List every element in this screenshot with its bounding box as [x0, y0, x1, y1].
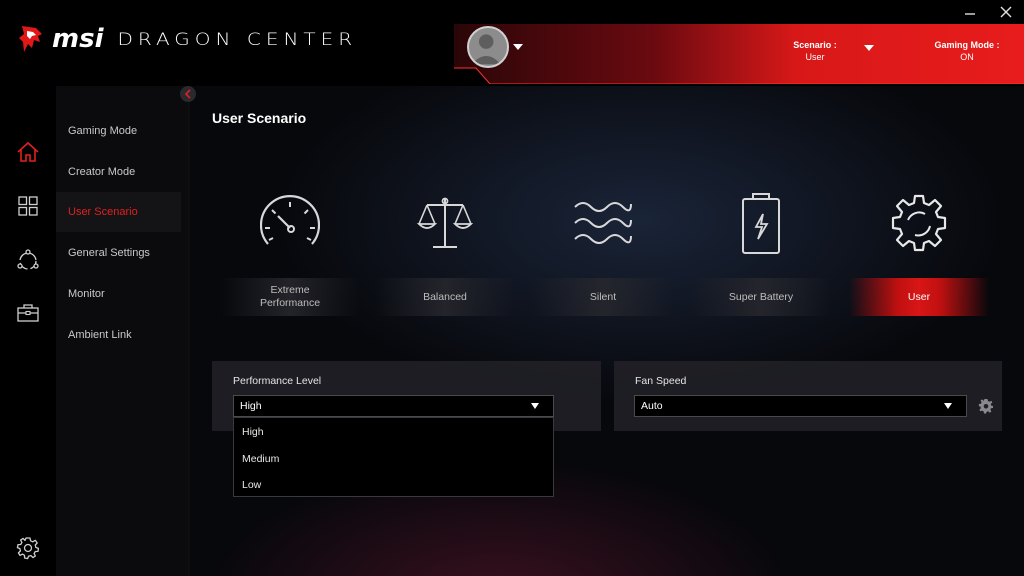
waves-icon [574, 202, 632, 244]
fan-settings-gear-icon[interactable] [978, 398, 994, 414]
scenario-dropdown-icon[interactable] [864, 45, 874, 51]
scenario-label-text: Super Battery [728, 290, 794, 303]
fan-speed-panel: Fan Speed Auto [614, 361, 1002, 431]
subnav-item-creator-mode[interactable]: Creator Mode [56, 152, 181, 192]
brand-logo: msi DRAGON CENTER [18, 24, 357, 54]
performance-level-select[interactable]: High [233, 395, 554, 417]
scenario-label: Super Battery [691, 278, 831, 316]
dragon-logo-icon [19, 26, 42, 52]
brand-text: msi [52, 24, 104, 54]
speedometer-icon [260, 195, 320, 245]
toolbox-icon[interactable] [16, 300, 40, 324]
dropdown-caret-icon [944, 403, 952, 409]
subnav-item-gaming-mode[interactable]: Gaming Mode [56, 111, 181, 151]
icon-rail [0, 86, 56, 576]
performance-level-value: High [240, 400, 262, 412]
dropdown-option-medium[interactable]: Medium [242, 453, 279, 465]
subnav-item-user-scenario[interactable]: User Scenario [56, 192, 181, 232]
home-icon[interactable] [16, 140, 40, 164]
scenario-label-text: User [907, 290, 931, 303]
fan-speed-select[interactable]: Auto [634, 395, 967, 417]
scenario-balanced[interactable]: Balanced [375, 190, 515, 316]
app-window: msi DRAGON CENTER Scenario : User Gaming… [0, 0, 1024, 576]
sub-navigation: Gaming Mode Creator Mode User Scenario G… [56, 86, 190, 576]
gear-icon[interactable] [16, 536, 40, 560]
scenario-label-text: Extreme Performance [259, 284, 321, 309]
header: msi DRAGON CENTER Scenario : User Gaming… [0, 0, 1024, 86]
subnav-item-monitor[interactable]: Monitor [56, 274, 181, 314]
subnav-item-general-settings[interactable]: General Settings [56, 233, 181, 273]
divider [188, 100, 190, 576]
scenario-super-battery[interactable]: Super Battery [691, 190, 831, 316]
gear-icon [891, 194, 947, 252]
dropdown-option-low[interactable]: Low [242, 479, 261, 491]
dropdown-caret-icon [531, 403, 539, 409]
scenario-status: Scenario : User [782, 39, 848, 63]
scenario-label: User [849, 278, 989, 316]
scale-icon [416, 197, 474, 248]
dropdown-option-high[interactable]: High [242, 426, 264, 438]
scenario-user[interactable]: User [849, 190, 989, 316]
collapse-chevron-icon[interactable] [180, 86, 196, 102]
fan-speed-title: Fan Speed [635, 375, 687, 387]
gaming-mode-key: Gaming Mode : [934, 40, 1000, 50]
scenario-value: User [805, 52, 825, 62]
gaming-mode-value: ON [960, 52, 974, 62]
performance-level-title: Performance Level [233, 375, 322, 387]
scenario-label-text: Balanced [423, 290, 467, 303]
scenario-label-text: Silent [589, 290, 617, 303]
product-name: DRAGON CENTER [117, 28, 358, 50]
network-icon[interactable] [16, 248, 40, 272]
fan-speed-value: Auto [641, 400, 663, 412]
page-title: User Scenario [212, 110, 307, 126]
scenario-label: Extreme Performance [220, 278, 360, 316]
gaming-mode-status: Gaming Mode : ON [928, 39, 1006, 63]
battery-icon [742, 193, 780, 254]
close-icon[interactable] [998, 4, 1014, 20]
avatar[interactable] [467, 26, 509, 68]
scenario-label: Balanced [375, 278, 515, 316]
user-silhouette-icon [471, 34, 501, 65]
scenario-extreme-performance[interactable]: Extreme Performance [220, 190, 360, 316]
scenario-label: Silent [533, 278, 673, 316]
performance-level-dropdown-list: High Medium Low [233, 417, 554, 497]
scenario-key: Scenario : [793, 40, 837, 50]
avatar-dropdown-icon[interactable] [513, 44, 523, 50]
scenario-silent[interactable]: Silent [533, 190, 673, 316]
minimize-icon[interactable] [962, 4, 978, 20]
subnav-item-ambient-link[interactable]: Ambient Link [56, 315, 181, 355]
grid-apps-icon[interactable] [16, 194, 40, 218]
